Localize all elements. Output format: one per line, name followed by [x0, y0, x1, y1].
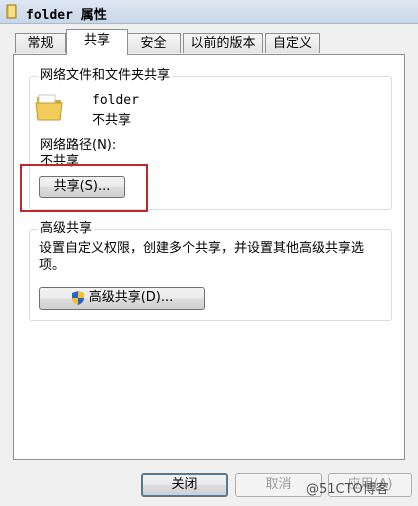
tab-previous-versions[interactable]: 以前的版本 — [183, 33, 263, 53]
folder-name: folder — [92, 93, 139, 108]
tab-general[interactable]: 常规 — [15, 33, 66, 53]
network-sharing-group-label: 网络文件和文件夹共享 — [38, 68, 173, 84]
highlight-box — [20, 164, 148, 212]
uac-shield-icon — [71, 290, 84, 305]
close-button[interactable]: 关闭 — [141, 473, 228, 497]
tab-security[interactable]: 安全 — [126, 33, 181, 53]
title-bar: folder 属性 — [0, 0, 418, 24]
tab-sharing[interactable]: 共享 — [66, 29, 128, 55]
advanced-sharing-group-label: 高级共享 — [38, 221, 95, 237]
advanced-sharing-button-label: 高级共享(D)... — [88, 290, 174, 305]
folder-icon — [6, 4, 17, 19]
advanced-sharing-description: 设置自定义权限，创建多个共享，并设置其他高级共享选项。 — [39, 241, 365, 273]
watermark-text: @51CTO博客 — [306, 482, 389, 497]
tab-strip: 常规 共享 安全 以前的版本 自定义 — [0, 24, 418, 55]
window-title: folder 属性 — [26, 8, 107, 23]
tab-customize[interactable]: 自定义 — [265, 33, 320, 53]
share-status: 不共享 — [92, 113, 132, 128]
advanced-sharing-button[interactable]: 高级共享(D)... — [39, 287, 205, 310]
folder-icon — [35, 94, 63, 121]
